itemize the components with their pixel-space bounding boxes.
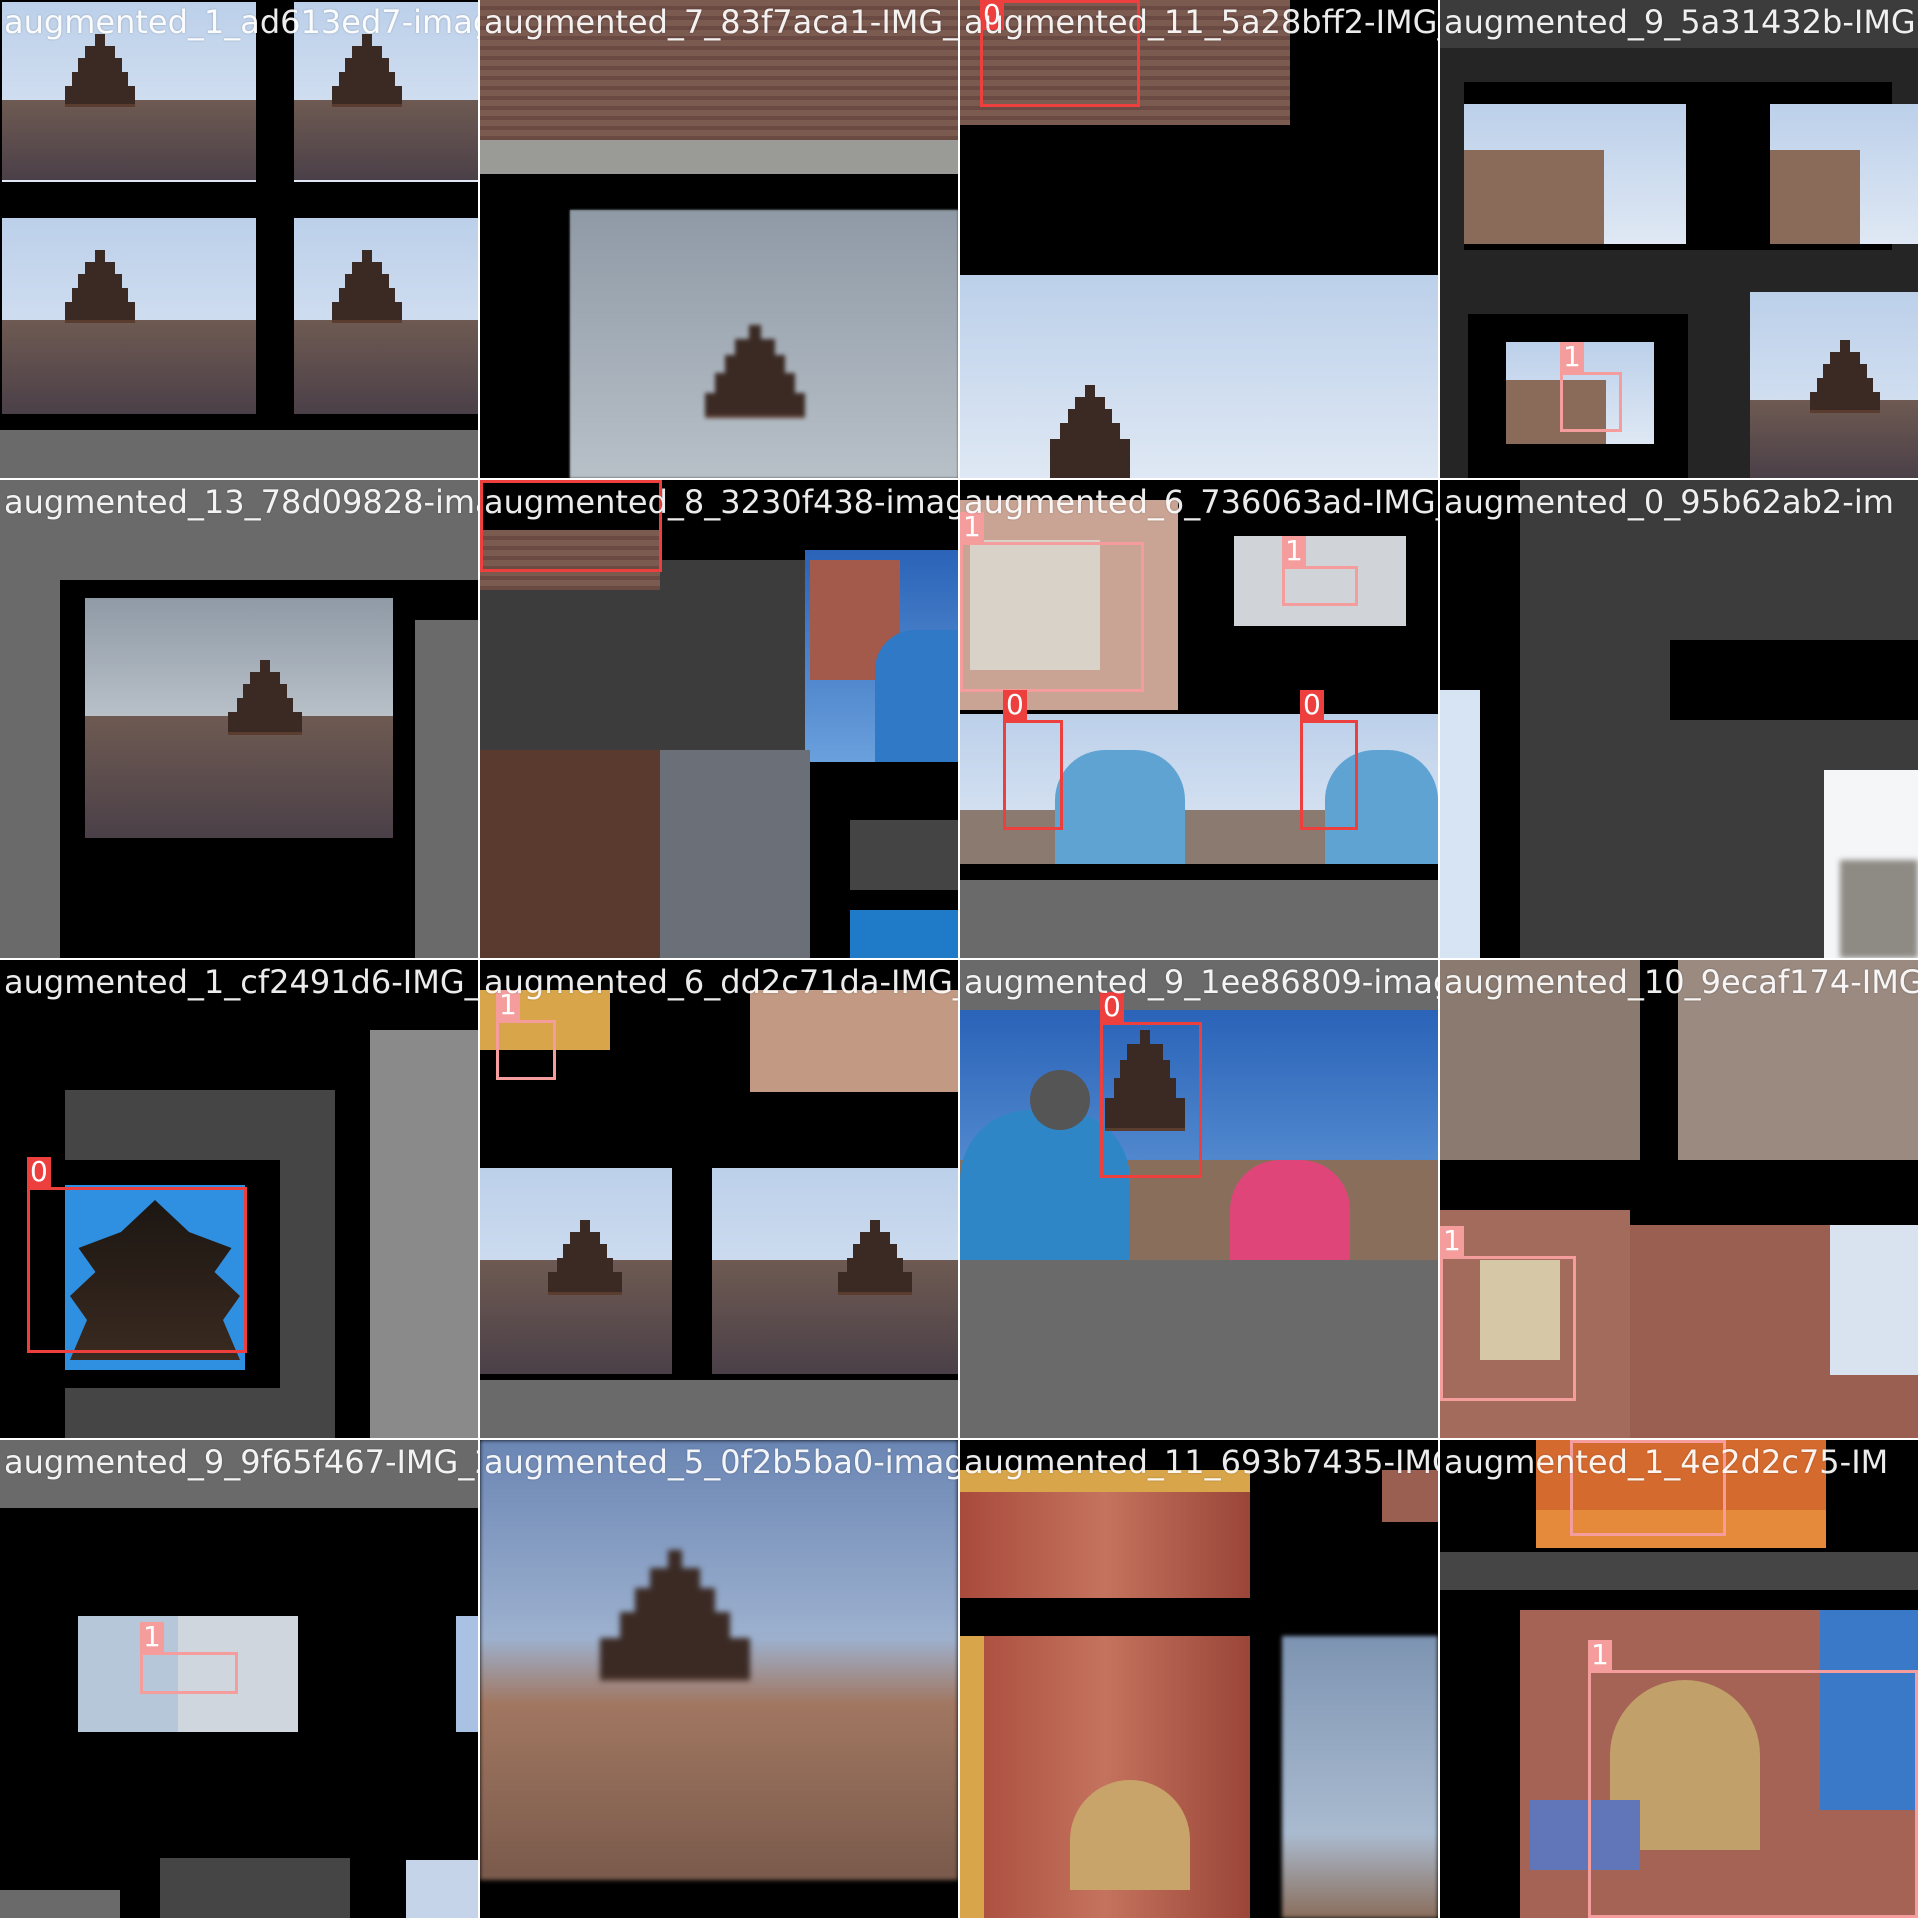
tile-caption: augmented_11_5a28bff2-IMG_1963.JPG bbox=[964, 3, 1438, 41]
tile-caption: augmented_1_ad613ed7-image_323.png bbox=[4, 3, 478, 41]
bbox-class-1 bbox=[1588, 1670, 1918, 1918]
mosaic-tile-15: 1 1 augmented_1_4e2d2c75-IM bbox=[1440, 1440, 1918, 1918]
mosaic-tile-8: 0 augmented_1_cf2491d6-IMG_1983.JPG bbox=[0, 960, 478, 1438]
tile-caption: augmented_1_4e2d2c75-IM bbox=[1444, 1443, 1889, 1481]
bbox-class-0 bbox=[1100, 1022, 1202, 1178]
tile-caption: augmented_11_693b7435-IMG_1861.JPG bbox=[964, 1443, 1438, 1481]
mosaic-grid: augmented_1_ad613ed7-image_323.png augme… bbox=[0, 0, 1920, 1920]
bbox-label: 1 bbox=[1588, 1640, 1612, 1670]
tile-caption: augmented_8_3230f438-image_57.png bbox=[484, 483, 958, 521]
bbox-class-0 bbox=[1003, 720, 1063, 830]
bbox-label: 0 bbox=[1003, 690, 1027, 720]
bbox-class-0 bbox=[1300, 720, 1358, 830]
bbox-label: 1 bbox=[140, 1622, 164, 1652]
tile-caption: augmented_6_dd2c71da-IMG_1810.JPG bbox=[484, 963, 958, 1001]
mosaic-tile-3: 1 augmented_9_5a31432b-IMG bbox=[1440, 0, 1918, 478]
mosaic-tile-13: augmented_5_0f2b5ba0-image_435.png bbox=[480, 1440, 958, 1918]
mosaic-tile-11: 1 augmented_10_9ecaf174-IMG bbox=[1440, 960, 1918, 1438]
bbox-label: 0 bbox=[27, 1157, 51, 1187]
bbox-class-1 bbox=[496, 1020, 556, 1080]
tile-caption: augmented_1_cf2491d6-IMG_1983.JPG bbox=[4, 963, 478, 1001]
bbox-label: 1 bbox=[1560, 342, 1584, 372]
mosaic-tile-14: augmented_11_693b7435-IMG_1861.JPG bbox=[960, 1440, 1438, 1918]
bbox-class-1 bbox=[960, 542, 1144, 692]
mosaic-tile-7: augmented_0_95b62ab2-im bbox=[1440, 480, 1918, 958]
mosaic-tile-9: 1 augmented_6_dd2c71da-IMG_1810.JPG bbox=[480, 960, 958, 1438]
bbox-label: 1 bbox=[1282, 536, 1306, 566]
mosaic-tile-10: 0 augmented_9_1ee86809-image_482.png bbox=[960, 960, 1438, 1438]
tile-caption: augmented_13_78d09828-image_512.png bbox=[4, 483, 478, 521]
tile-caption: augmented_5_0f2b5ba0-image_435.png bbox=[484, 1443, 958, 1481]
bbox-class-1 bbox=[140, 1652, 238, 1694]
tile-caption: augmented_6_736063ad-IMG_1897_2.JPG bbox=[964, 483, 1438, 521]
bbox-class-0 bbox=[27, 1187, 247, 1353]
tile-caption: augmented_9_1ee86809-image_482.png bbox=[964, 963, 1438, 1001]
tile-caption: augmented_7_83f7aca1-IMG_1852_2.JPG bbox=[484, 3, 958, 41]
tile-caption: augmented_0_95b62ab2-im bbox=[1444, 483, 1894, 521]
tile-caption: augmented_9_5a31432b-IMG bbox=[1444, 3, 1916, 41]
mosaic-tile-6: 1 1 0 0 augmented_6_736063ad-IMG_1897_2.… bbox=[960, 480, 1438, 958]
mosaic-tile-12: 1 augmented_9_9f65f467-IMG_2000.JPG bbox=[0, 1440, 478, 1918]
bbox-class-1 bbox=[1560, 372, 1622, 432]
tile-caption: augmented_9_9f65f467-IMG_2000.JPG bbox=[4, 1443, 478, 1481]
mosaic-tile-1: augmented_7_83f7aca1-IMG_1852_2.JPG bbox=[480, 0, 958, 478]
bbox-label: 0 bbox=[1300, 690, 1324, 720]
mosaic-tile-5: 0 augmented_8_3230f438-image_57.png bbox=[480, 480, 958, 958]
tile-caption: augmented_10_9ecaf174-IMG bbox=[1444, 963, 1918, 1001]
bbox-class-1 bbox=[1282, 566, 1358, 606]
mosaic-tile-2: 0 augmented_11_5a28bff2-IMG_1963.JPG bbox=[960, 0, 1438, 478]
mosaic-tile-4: augmented_13_78d09828-image_512.png bbox=[0, 480, 478, 958]
mosaic-tile-0: augmented_1_ad613ed7-image_323.png bbox=[0, 0, 478, 478]
bbox-label: 1 bbox=[1440, 1226, 1464, 1256]
bbox-class-1 bbox=[1440, 1256, 1576, 1401]
